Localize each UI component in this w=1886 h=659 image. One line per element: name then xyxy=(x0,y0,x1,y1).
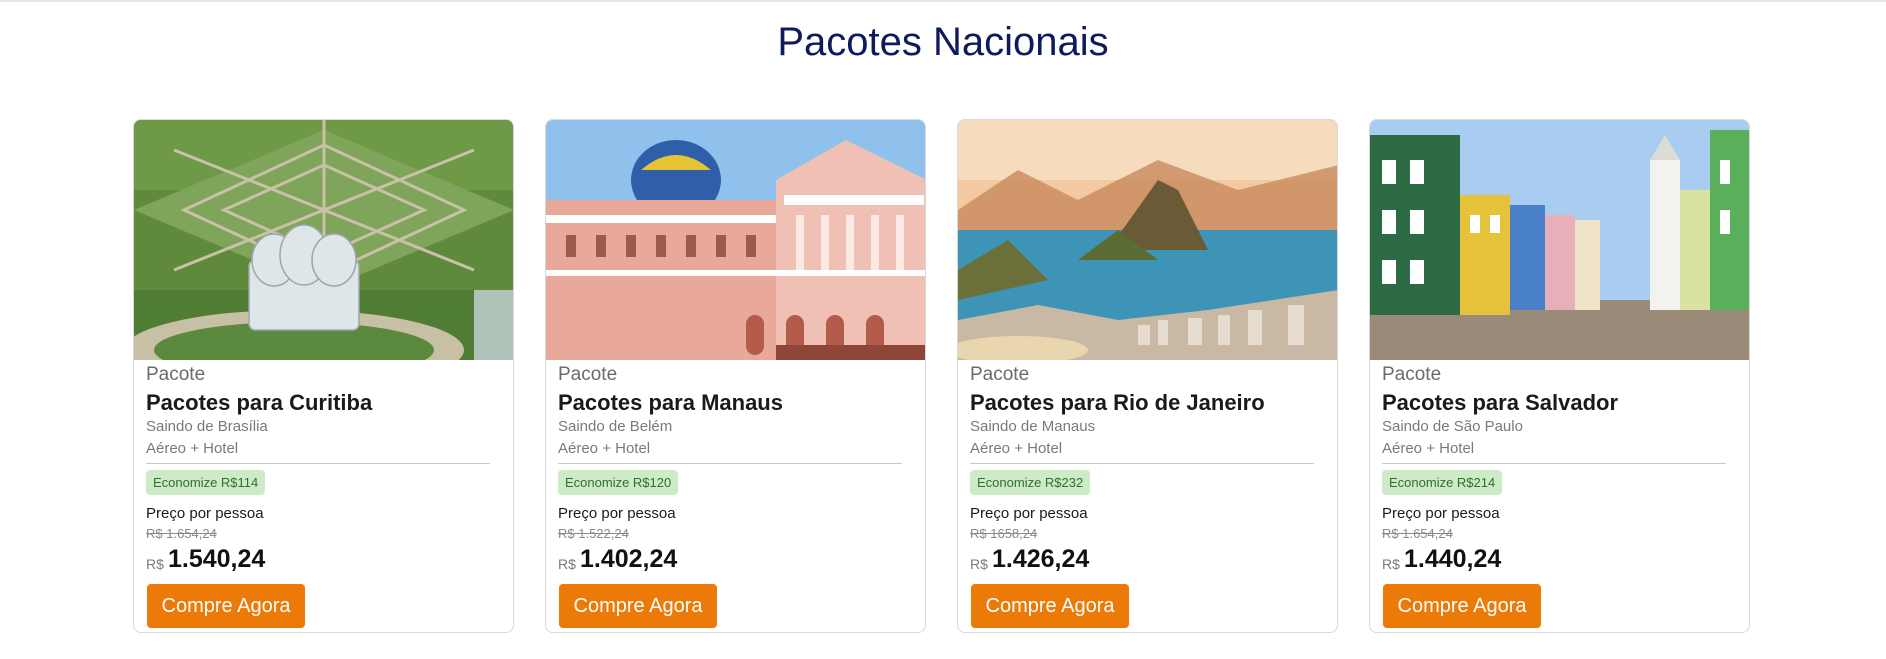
package-origin: Saindo de São Paulo xyxy=(1382,418,1523,435)
old-price: R$ 1.654,24 xyxy=(146,526,217,541)
currency-label: R$ xyxy=(970,556,988,572)
package-image-curitiba[interactable] xyxy=(134,120,513,360)
package-combo: Aéreo + Hotel xyxy=(558,440,651,457)
package-kicker: Pacote xyxy=(558,364,618,385)
package-kicker: Pacote xyxy=(970,364,1030,385)
card-divider xyxy=(1382,463,1726,464)
package-origin: Saindo de Belém xyxy=(558,418,673,435)
per-person-label: Preço por pessoa xyxy=(970,505,1088,522)
package-combo: Aéreo + Hotel xyxy=(146,440,239,457)
package-card-curitiba[interactable]: Pacote Pacotes para Curitiba Saindo de B… xyxy=(133,119,514,633)
currency-label: R$ xyxy=(146,556,164,572)
old-price: R$ 1.522,24 xyxy=(558,526,629,541)
package-title[interactable]: Pacotes para Manaus xyxy=(558,390,783,416)
card-divider xyxy=(558,463,902,464)
package-image-rio-de-janeiro[interactable] xyxy=(958,120,1337,360)
buy-now-button[interactable]: Compre Agora xyxy=(147,584,305,628)
package-kicker: Pacote xyxy=(1382,364,1442,385)
savings-badge: Economize R$120 xyxy=(558,470,679,495)
package-title[interactable]: Pacotes para Rio de Janeiro xyxy=(970,390,1265,416)
package-origin: Saindo de Manaus xyxy=(970,418,1096,435)
package-image-salvador[interactable] xyxy=(1370,120,1749,360)
savings-badge: Economize R$114 xyxy=(146,470,266,495)
savings-badge: Economize R$214 xyxy=(1382,470,1503,495)
package-price: 1.440,24 xyxy=(1404,545,1502,573)
package-card-salvador[interactable]: Pacote Pacotes para Salvador Saindo de S… xyxy=(1369,119,1750,633)
savings-badge: Economize R$232 xyxy=(970,470,1091,495)
buy-now-button[interactable]: Compre Agora xyxy=(971,584,1129,628)
package-card-manaus[interactable]: Pacote Pacotes para Manaus Saindo de Bel… xyxy=(545,119,926,633)
buy-now-button[interactable]: Compre Agora xyxy=(1383,584,1541,628)
package-image-manaus[interactable] xyxy=(546,120,925,360)
per-person-label: Preço por pessoa xyxy=(558,505,676,522)
package-title[interactable]: Pacotes para Curitiba xyxy=(146,390,372,416)
package-card-rio-de-janeiro[interactable]: Pacote Pacotes para Rio de Janeiro Saind… xyxy=(957,119,1338,633)
currency-label: R$ xyxy=(558,556,576,572)
currency-label: R$ xyxy=(1382,556,1400,572)
card-divider xyxy=(970,463,1314,464)
buy-now-button[interactable]: Compre Agora xyxy=(559,584,717,628)
per-person-label: Preço por pessoa xyxy=(1382,505,1500,522)
package-title[interactable]: Pacotes para Salvador xyxy=(1382,390,1618,416)
old-price: R$ 1658,24 xyxy=(970,526,1038,541)
package-price: 1.426,24 xyxy=(992,545,1090,573)
section-title: Pacotes Nacionais xyxy=(777,20,1109,64)
package-combo: Aéreo + Hotel xyxy=(1382,440,1475,457)
per-person-label: Preço por pessoa xyxy=(146,505,264,522)
package-kicker: Pacote xyxy=(146,364,206,385)
package-origin: Saindo de Brasília xyxy=(146,418,268,435)
card-divider xyxy=(146,463,490,464)
package-price: 1.540,24 xyxy=(168,545,266,573)
old-price: R$ 1.654,24 xyxy=(1382,526,1453,541)
top-divider xyxy=(0,0,1886,2)
package-price: 1.402,24 xyxy=(580,545,678,573)
package-combo: Aéreo + Hotel xyxy=(970,440,1063,457)
